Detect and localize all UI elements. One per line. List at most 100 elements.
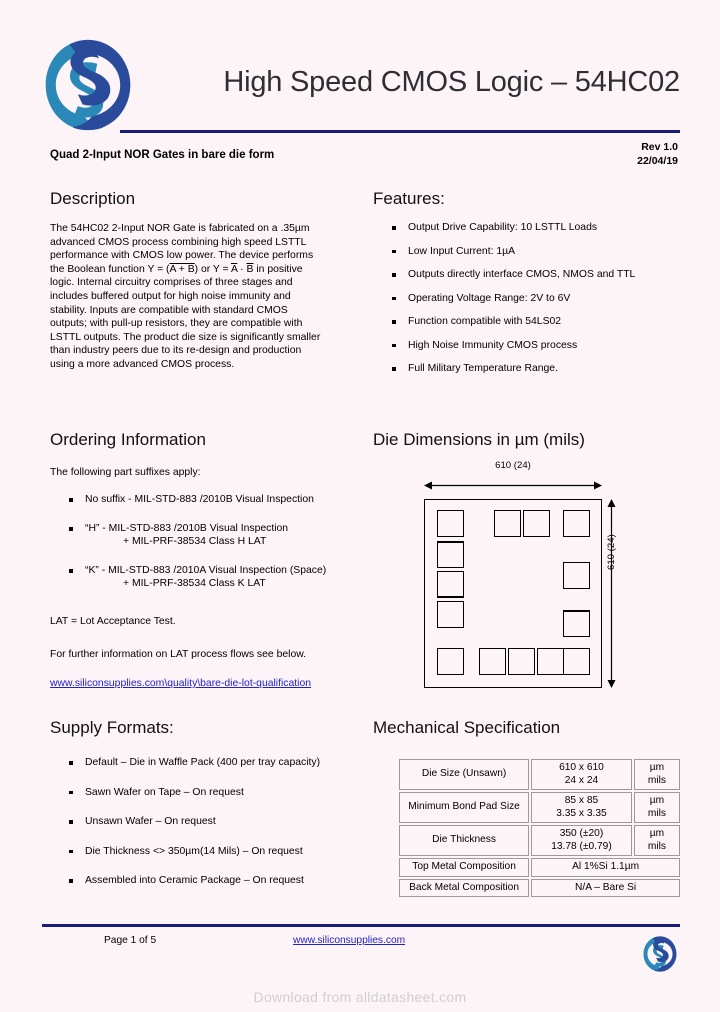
ordering-heading: Ordering Information bbox=[50, 430, 206, 449]
die-width-label: 610 (24) bbox=[495, 460, 531, 471]
supply-formats-heading: Supply Formats: bbox=[50, 718, 174, 737]
document-subtitle: Quad 2-Input NOR Gates in bare die form bbox=[50, 149, 275, 161]
die-dimensions-heading: Die Dimensions in µm (mils) bbox=[373, 430, 585, 449]
mechanical-spec-table: Die Size (Unsawn) 610 x 610 24 x 24 µm m… bbox=[397, 757, 682, 899]
footer-divider bbox=[42, 924, 680, 927]
feature-label: Full Military Temperature Range. bbox=[408, 363, 558, 374]
bond-pad bbox=[523, 510, 550, 537]
bond-pad bbox=[437, 601, 464, 628]
spec-label: Back Metal Composition bbox=[399, 878, 530, 897]
spec-value-mils: 3.35 x 3.35 bbox=[556, 807, 607, 819]
list-item: Operating Voltage Range: 2V to 6V bbox=[373, 292, 635, 305]
bullet-square-icon bbox=[69, 879, 73, 883]
bond-pad bbox=[437, 541, 464, 568]
boolean-dot: · bbox=[237, 263, 247, 275]
lat-definition: LAT = Lot Acceptance Test. bbox=[50, 616, 176, 627]
bullet-square-icon bbox=[69, 761, 73, 765]
table-row: Minimum Bond Pad Size 85 x 85 3.35 x 3.3… bbox=[399, 792, 680, 823]
features-list: Output Drive Capability: 10 LSTTL Loads … bbox=[373, 221, 635, 375]
description-boolean-line: the Boolean function Y = (A + B) or Y = … bbox=[50, 264, 303, 275]
die-height-label: 610 (24) bbox=[606, 534, 617, 570]
spec-value-um: 85 x 85 bbox=[564, 795, 599, 806]
list-item: Sawn Wafer on Tape – On request bbox=[50, 786, 320, 799]
bond-pad bbox=[479, 648, 506, 675]
bond-pad bbox=[563, 610, 590, 637]
feature-label: Operating Voltage Range: 2V to 6V bbox=[408, 292, 571, 304]
spec-label: Top Metal Composition bbox=[399, 858, 530, 877]
lat-qualification-link[interactable]: www.siliconsupplies.com\quality\bare-die… bbox=[50, 678, 311, 689]
bond-pad bbox=[563, 562, 590, 589]
spec-label: Minimum Bond Pad Size bbox=[399, 792, 530, 823]
spec-unit: µm mils bbox=[633, 825, 680, 856]
spec-unit-mils: mils bbox=[647, 840, 666, 852]
page-header: High Speed CMOS Logic – 54HC02 Quad 2-In… bbox=[0, 0, 720, 180]
revision-block: Rev 1.0 22/04/19 bbox=[637, 140, 678, 168]
description-line-11: using a more advanced CMOS process. bbox=[50, 358, 235, 370]
description-line-6: includes buffered output for high noise … bbox=[50, 290, 291, 302]
features-heading: Features: bbox=[373, 189, 445, 208]
description-line-1: The 54HC02 2-Input NOR Gate is fabricate… bbox=[50, 223, 310, 234]
ordering-item-label: No suffix - MIL-STD-883 /2010B Visual In… bbox=[85, 494, 314, 505]
bond-pad bbox=[437, 510, 464, 537]
description-line-8: outputs; with pull-up resistors, they ar… bbox=[50, 318, 303, 330]
die-height-dimension-arrow bbox=[607, 499, 616, 688]
feature-label: Output Drive Capability: 10 LSTTL Loads bbox=[408, 222, 598, 233]
boolean-a-plus-b: A + B bbox=[169, 263, 195, 275]
feature-label: Outputs directly interface CMOS, NMOS an… bbox=[408, 269, 636, 280]
document-title: High Speed CMOS Logic – 54HC02 bbox=[223, 66, 680, 98]
die-diagram: 610 (24) 610 (24) bbox=[410, 460, 635, 705]
table-row: Back Metal Composition N/A – Bare Si bbox=[399, 878, 680, 897]
table-row: Top Metal Composition Al 1%Si 1.1µm bbox=[399, 858, 680, 877]
bullet-square-icon bbox=[392, 320, 396, 324]
boolean-mid: ) or Y = bbox=[194, 263, 231, 275]
bullet-square-icon bbox=[392, 367, 396, 371]
bond-pad bbox=[508, 648, 535, 675]
bullet-square-icon bbox=[392, 273, 396, 277]
description-line-10: than industry peers due to its re-design… bbox=[50, 345, 302, 357]
ordering-item-label: “K” - MIL-STD-883 /2010A Visual Inspecti… bbox=[85, 565, 327, 576]
spec-unit-mils: mils bbox=[647, 807, 666, 819]
die-outline bbox=[424, 499, 602, 688]
bullet-square-icon bbox=[392, 249, 396, 253]
mechanical-spec-heading: Mechanical Specification bbox=[373, 718, 561, 737]
bond-pad bbox=[437, 571, 464, 598]
spec-unit-um: µm bbox=[649, 795, 665, 806]
ordering-item-label: “H” - MIL-STD-883 /2010B Visual Inspecti… bbox=[85, 523, 289, 534]
bullet-square-icon bbox=[392, 296, 396, 300]
lat-further-info: For further information on LAT process f… bbox=[50, 649, 307, 660]
header-divider bbox=[120, 130, 680, 133]
spec-label: Die Thickness bbox=[399, 825, 530, 856]
description-line-5: logic. Internal circuitry comprises of t… bbox=[50, 277, 293, 289]
boolean-prefix: the Boolean function Y = ( bbox=[50, 263, 170, 275]
description-line-7: stability. Inputs are compatible with st… bbox=[50, 304, 288, 316]
spec-value-mils: 24 x 24 bbox=[564, 774, 599, 786]
bullet-square-icon bbox=[69, 527, 73, 531]
description-line-3: performance with CMOS low power. The dev… bbox=[50, 250, 314, 262]
list-item: Full Military Temperature Range. bbox=[373, 362, 635, 375]
spec-value: 610 x 610 24 x 24 bbox=[531, 759, 632, 790]
list-item: Low Input Current: 1µA bbox=[373, 245, 635, 258]
list-item: Unsawn Wafer – On request bbox=[50, 815, 320, 828]
description-text: The 54HC02 2-Input NOR Gate is fabricate… bbox=[50, 222, 360, 372]
page-number: Page 1 of 5 bbox=[104, 935, 157, 946]
datasheet-page: High Speed CMOS Logic – 54HC02 Quad 2-In… bbox=[0, 0, 720, 1012]
ordering-list: No suffix - MIL-STD-883 /2010B Visual In… bbox=[50, 493, 326, 590]
bond-pad bbox=[494, 510, 521, 537]
revision-number: Rev 1.0 bbox=[641, 141, 678, 153]
supply-item-label: Unsawn Wafer – On request bbox=[85, 816, 216, 827]
bond-pad bbox=[437, 648, 464, 675]
spec-unit: µm mils bbox=[633, 792, 680, 823]
company-website-link[interactable]: www.siliconsupplies.com bbox=[293, 935, 405, 946]
bullet-square-icon bbox=[69, 498, 73, 502]
ordering-item-sublabel: + MIL-PRF-38534 Class H LAT bbox=[123, 536, 267, 547]
ordering-intro: The following part suffixes apply: bbox=[50, 467, 201, 478]
ordering-item-sublabel: + MIL-PRF-38534 Class K LAT bbox=[123, 578, 266, 589]
spec-unit: µm mils bbox=[633, 759, 680, 790]
list-item: Assembled into Ceramic Package – On requ… bbox=[50, 874, 320, 887]
bond-pad bbox=[563, 648, 590, 675]
list-item: No suffix - MIL-STD-883 /2010B Visual In… bbox=[50, 493, 326, 506]
list-item: “K” - MIL-STD-883 /2010A Visual Inspecti… bbox=[50, 564, 326, 590]
list-item: Default – Die in Waffle Pack (400 per tr… bbox=[50, 756, 320, 769]
company-logo-icon bbox=[45, 39, 131, 131]
description-heading: Description bbox=[50, 189, 136, 208]
